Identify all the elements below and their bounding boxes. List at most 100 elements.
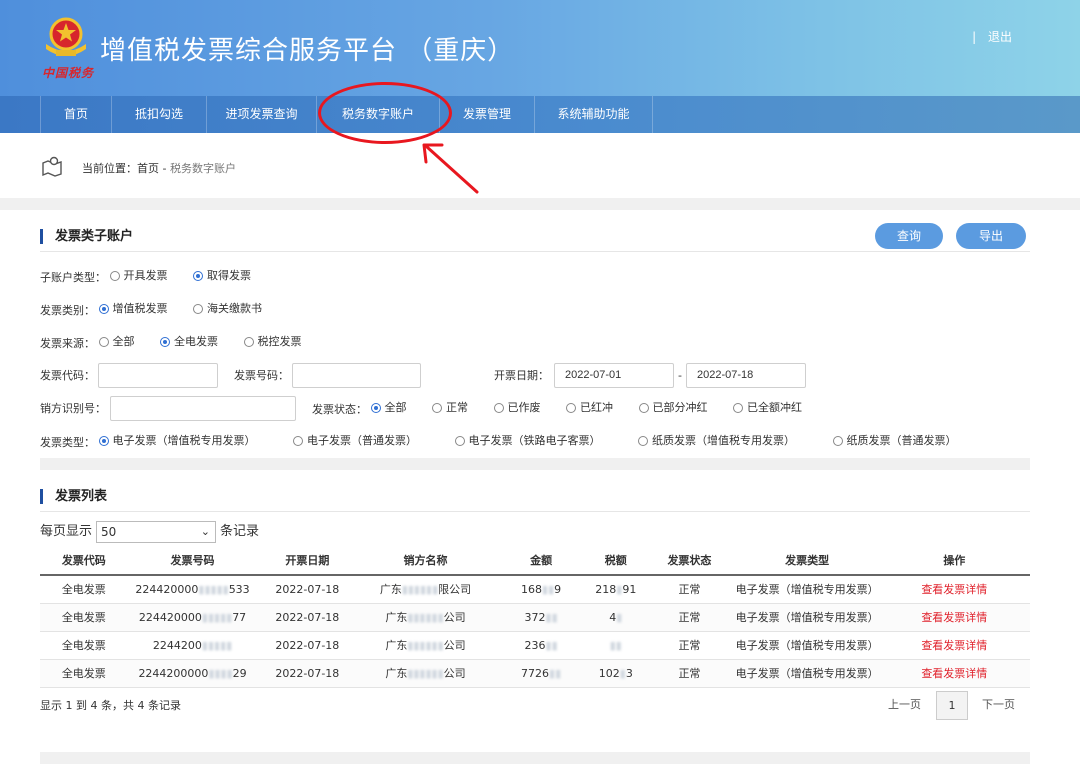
invoice-number-input[interactable] [292, 363, 421, 388]
page-size-select[interactable]: 50 ⌄ [96, 521, 217, 543]
cell-number-end: 29 [232, 666, 247, 680]
view-invoice-detail-link[interactable]: 查看发票详情 [878, 575, 1030, 604]
view-invoice-detail-link[interactable]: 查看发票详情 [878, 603, 1030, 632]
breadcrumb-prefix: 当前位置： [82, 162, 137, 175]
radio-source-full-digital[interactable]: 全电发票 [160, 332, 218, 352]
view-invoice-detail-link[interactable]: 查看发票详情 [878, 659, 1030, 688]
cell-amount: 7726▮▮ [493, 659, 589, 688]
cell-date: 2022-07-18 [257, 575, 358, 604]
next-page-button[interactable]: 下一页 [982, 691, 1015, 719]
nav-invoice-management[interactable]: 发票管理 [440, 96, 535, 133]
cell-amount-start: 168 [521, 582, 543, 596]
radio-type-e-railway[interactable]: 电子发票（铁路电子客票） [454, 431, 601, 451]
col-header-amount: 金额 [493, 546, 589, 576]
divider-band-2 [40, 458, 1030, 470]
logout-area: | 退出 [972, 28, 1012, 45]
query-button[interactable]: 查询 [875, 223, 943, 249]
page-size-prefix: 每页显示 [40, 524, 93, 539]
issue-date-to-input[interactable]: 2022-07-18 [686, 363, 806, 388]
redaction-mask: ▮ [619, 666, 626, 680]
prev-page-button[interactable]: 上一页 [888, 691, 921, 719]
seller-id-label: 销方识别号： [40, 402, 106, 415]
radio-type-e-general[interactable]: 电子发票（普通发票） [293, 431, 417, 451]
table-row: 全电发票 224420000▮▮▮▮▮533 2022-07-18 广东▮▮▮▮… [40, 575, 1030, 604]
cell-amount-start: 236 [524, 638, 546, 652]
redaction-mask: ▮▮ [549, 666, 562, 680]
breadcrumb-home[interactable]: 首页 [137, 162, 159, 175]
cell-status: 正常 [643, 603, 736, 632]
tax-emblem-icon [46, 17, 86, 56]
cell-seller-start: 广东 [385, 667, 408, 680]
account-type-label: 子账户类型： [40, 271, 106, 284]
cell-seller: 广东▮▮▮▮▮▮公司 [357, 603, 494, 632]
cell-tax-start: 102 [598, 666, 620, 680]
cell-tax-end: 3 [625, 666, 633, 680]
cell-code: 全电发票 [40, 603, 128, 632]
radio-status-voided-label: 已作废 [507, 401, 541, 414]
cell-number-start: 2244200000 [138, 666, 209, 680]
cell-seller-start: 广东 [385, 611, 408, 624]
redaction-mask: ▮▮▮▮▮▮ [407, 639, 444, 652]
filter-section-title: 发票类子账户 [40, 229, 133, 244]
radio-received-invoice-label: 取得发票 [207, 269, 251, 282]
page-size-suffix: 条记录 [220, 524, 260, 539]
logout-link[interactable]: 退出 [988, 30, 1012, 44]
cell-seller-start: 广东 [385, 639, 408, 652]
redaction-mask: ▮▮ [545, 610, 558, 624]
invoice-type-row: 发票类型： 电子发票（增值税专用发票） 电子发票（普通发票） 电子发票（铁路电子… [40, 431, 957, 451]
cell-amount: 236▮▮ [493, 631, 589, 660]
cell-number-start: 224420000 [138, 610, 202, 624]
radio-type-paper-general[interactable]: 纸质发票（普通发票） [832, 431, 957, 451]
nav-home[interactable]: 首页 [40, 96, 112, 133]
col-header-date: 开票日期 [257, 546, 358, 576]
redaction-mask: ▮▮▮▮▮ [198, 582, 229, 596]
app-title: 增值税发票综合服务平台 （重庆） [100, 36, 515, 66]
issue-date-from-input[interactable]: 2022-07-01 [554, 363, 674, 388]
invoice-code-input[interactable] [98, 363, 218, 388]
view-invoice-detail-link[interactable]: 查看发票详情 [878, 631, 1030, 660]
cell-seller-end: 公司 [443, 667, 466, 680]
cell-date: 2022-07-18 [257, 631, 358, 660]
nav-incoming-invoice-query[interactable]: 进项发票查询 [207, 96, 317, 133]
cell-amount: 168▮▮9 [493, 575, 589, 604]
radio-status-partial-reversed[interactable]: 已部分冲红 [638, 398, 708, 418]
radio-type-e-railway-label: 电子发票（铁路电子客票） [468, 434, 601, 447]
radio-vat-invoice[interactable]: 增值税发票 [98, 299, 168, 319]
seller-id-input[interactable] [110, 396, 296, 421]
cell-seller: 广东▮▮▮▮▮▮公司 [357, 631, 494, 660]
cell-status: 正常 [643, 575, 736, 604]
radio-type-paper-vat-special[interactable]: 纸质发票（增值税专用发票） [638, 431, 795, 451]
table-row: 全电发票 224420000▮▮▮▮▮77 2022-07-18 广东▮▮▮▮▮… [40, 603, 1030, 632]
radio-type-e-vat-special[interactable]: 电子发票（增值税专用发票） [98, 431, 256, 451]
redaction-mask: ▮ [616, 582, 623, 596]
radio-status-all[interactable]: 全部 [370, 398, 407, 418]
radio-status-red-reversed[interactable]: 已红冲 [566, 398, 613, 418]
nav-deduction-select[interactable]: 抵扣勾选 [112, 96, 207, 133]
radio-status-full-reversed[interactable]: 已全额冲红 [733, 398, 802, 418]
cell-number-end: 533 [228, 582, 250, 596]
radio-issue-invoice-label: 开具发票 [123, 269, 168, 282]
cell-amount-end: 9 [554, 582, 562, 596]
table-row: 全电发票 2244200000▮▮▮▮29 2022-07-18 广东▮▮▮▮▮… [40, 659, 1030, 688]
radio-status-normal[interactable]: 正常 [432, 398, 468, 418]
radio-status-voided[interactable]: 已作废 [493, 398, 541, 418]
radio-status-partial-reversed-label: 已部分冲红 [652, 401, 708, 414]
export-button[interactable]: 导出 [956, 223, 1026, 249]
nav-system-tools[interactable]: 系统辅助功能 [535, 96, 653, 133]
radio-source-tax-control[interactable]: 税控发票 [243, 332, 302, 352]
list-section-line [40, 511, 1030, 512]
list-section-title: 发票列表 [40, 489, 107, 504]
radio-source-all[interactable]: 全部 [98, 332, 135, 352]
current-page-button[interactable]: 1 [936, 691, 968, 720]
radio-received-invoice[interactable]: 取得发票 [193, 266, 251, 286]
radio-type-e-general-label: 电子发票（普通发票） [307, 434, 417, 447]
radio-customs-payment[interactable]: 海关缴款书 [193, 299, 262, 319]
app-header: 中国税务 增值税发票综合服务平台 （重庆） | 退出 [0, 0, 1080, 96]
radio-status-full-reversed-label: 已全额冲红 [747, 401, 802, 414]
invoice-category-label: 发票类别： [40, 304, 95, 317]
radio-status-all-label: 全部 [384, 401, 407, 414]
radio-issue-invoice[interactable]: 开具发票 [109, 266, 168, 286]
cell-tax: 102▮3 [588, 659, 644, 688]
radio-source-tax-control-label: 税控发票 [257, 335, 302, 348]
invoice-source-row: 发票来源： 全部 全电发票 税控发票 [40, 332, 324, 352]
